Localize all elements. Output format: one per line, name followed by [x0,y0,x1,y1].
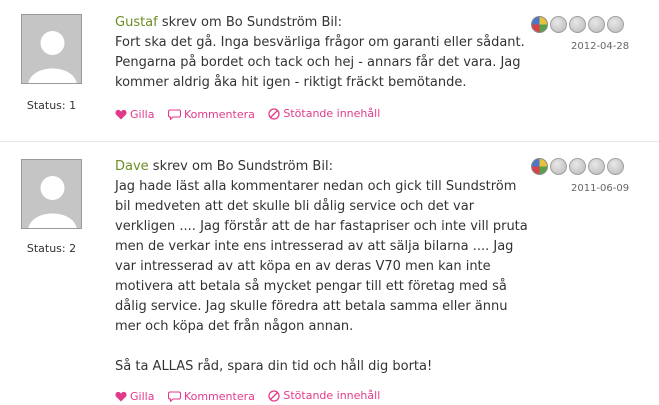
report-button[interactable]: Stötande innehåll [268,107,380,120]
review-content: Gustaf skrev om Bo Sundström Bil: Fort s… [115,13,535,93]
review-actions: Gilla Kommentera Stötande innehåll [115,389,390,405]
review-paragraph: Jag hade läst alla kommentarer nedan och… [115,179,528,334]
rating-dot-icon[interactable] [607,158,624,175]
report-label: Stötande innehåll [283,107,381,120]
prohibited-icon [268,389,281,402]
user-silhouette-icon [28,31,77,83]
rating-dot-icon[interactable] [588,16,605,33]
rating [531,16,626,33]
report-label: Stötande innehåll [283,389,381,402]
review-header: Gustaf skrev om Bo Sundström Bil: [115,13,535,33]
target-link[interactable]: Bo Sundström Bil [217,159,329,174]
like-label: Gilla [130,107,155,121]
author-link[interactable]: Dave [115,159,149,174]
report-button[interactable]: Stötande innehåll [268,389,380,402]
review-actions: Gilla Kommentera Stötande innehåll [115,107,390,123]
avatar[interactable] [21,159,82,229]
rating-dot-icon[interactable] [531,16,548,33]
like-label: Gilla [130,389,155,403]
header-colon: : [328,159,333,174]
status-label: Status: 2 [26,242,77,255]
comment-label: Kommentera [183,389,255,403]
avatar[interactable] [21,14,82,84]
header-verb: skrev om [148,159,217,174]
review-date: 2011-06-09 [571,183,630,194]
rating-dot-icon[interactable] [550,158,567,175]
rating-dot-icon[interactable] [607,16,624,33]
comment-button[interactable]: Kommentera [167,107,255,121]
author-link[interactable]: Gustaf [115,15,158,30]
speech-bubble-icon [167,390,181,402]
review-paragraph: Fort ska det gå. Inga besvärliga frågor … [115,35,525,90]
rating [531,158,626,175]
rating-dot-icon[interactable] [531,158,548,175]
status-label: Status: 1 [26,99,77,112]
review-paragraph: Så ta ALLAS råd, spara din tid och håll … [115,359,433,374]
review-header: Dave skrev om Bo Sundström Bil: [115,157,535,177]
like-button[interactable]: Gilla [115,390,154,403]
review-divider [0,141,659,142]
prohibited-icon [268,107,281,120]
speech-bubble-icon [167,108,181,120]
rating-dot-icon[interactable] [569,158,586,175]
comment-button[interactable]: Kommentera [167,389,255,403]
rating-dot-icon[interactable] [569,16,586,33]
target-link[interactable]: Bo Sundström Bil [226,15,338,30]
like-button[interactable]: Gilla [115,108,154,121]
header-colon: : [337,15,343,30]
heart-icon [115,391,127,401]
review-body: Jag hade läst alla kommentarer nedan och… [115,177,535,377]
review-body: Fort ska det gå. Inga besvärliga frågor … [115,33,535,93]
header-verb: skrev om [157,15,226,30]
review-content: Dave skrev om Bo Sundström Bil: Jag hade… [115,157,535,377]
rating-dot-icon[interactable] [588,158,605,175]
review-date: 2012-04-28 [571,41,630,52]
user-silhouette-icon [28,176,77,228]
rating-dot-icon[interactable] [550,16,567,33]
heart-icon [115,109,127,119]
comment-label: Kommentera [183,107,255,121]
